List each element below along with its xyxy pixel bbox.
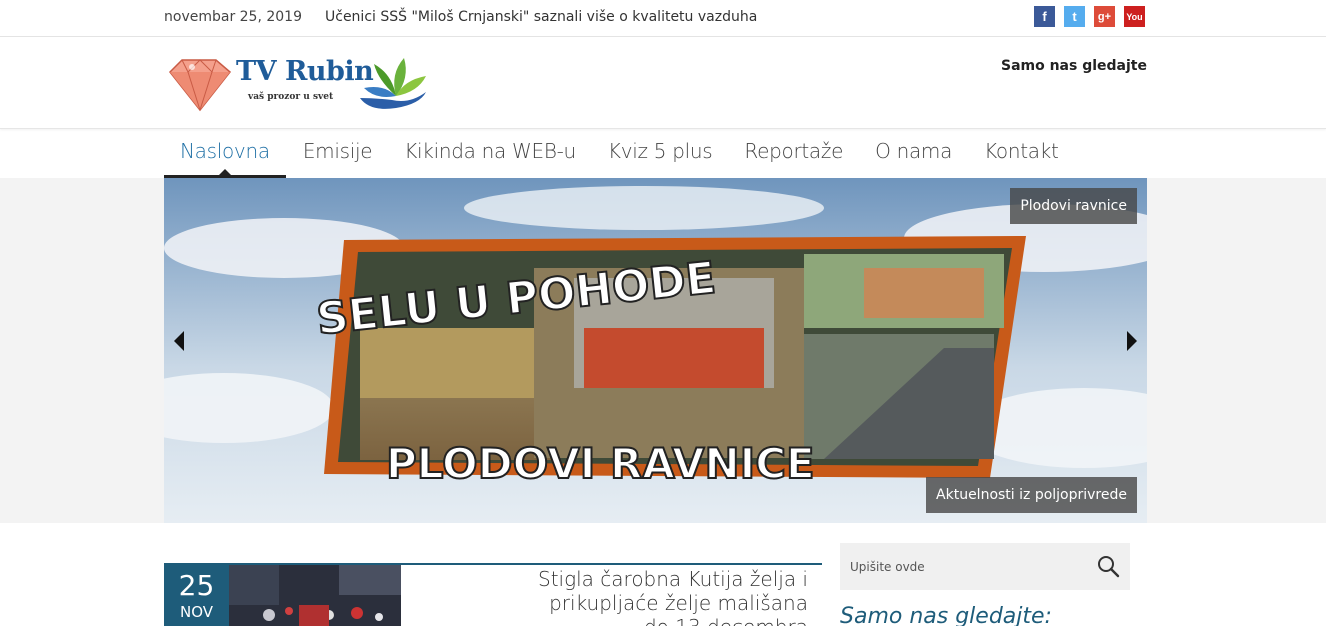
youtube-icon[interactable]: You bbox=[1124, 6, 1145, 27]
news-post[interactable]: 25 NOV Stigla čarobna Kutija želja i pri… bbox=[164, 563, 822, 626]
main-nav: Naslovna Emisije Kikinda na WEB-u Kviz 5… bbox=[0, 130, 1326, 178]
hero-slider[interactable]: SELU U POHODE PLODOVI RAVNICE Plodovi ra… bbox=[164, 178, 1147, 523]
post-title[interactable]: Stigla čarobna Kutija želja i prikupljać… bbox=[518, 567, 808, 626]
social-links: f t g+ You bbox=[1034, 6, 1145, 27]
post-thumbnail-image bbox=[229, 565, 401, 626]
post-thumbnail[interactable] bbox=[229, 565, 401, 626]
nav-item-naslovna[interactable]: Naslovna bbox=[164, 130, 286, 178]
current-date: novembar 25, 2019 bbox=[164, 9, 302, 25]
sidebar-widget-title: Samo nas gledajte: bbox=[840, 604, 1052, 626]
post-date-badge: 25 NOV bbox=[164, 565, 229, 626]
post-day: 25 bbox=[178, 569, 215, 602]
search-box bbox=[840, 543, 1130, 590]
logo-name: TV Rubin bbox=[236, 56, 374, 87]
nav-item-kontakt[interactable]: Kontakt bbox=[968, 130, 1074, 178]
search-input[interactable] bbox=[840, 543, 1090, 590]
slide-caption-category[interactable]: Plodovi ravnice bbox=[1010, 188, 1137, 224]
nav-item-emisije[interactable]: Emisije bbox=[286, 130, 388, 178]
nav-item-reportaze[interactable]: Reportaže bbox=[728, 130, 859, 178]
google-plus-icon[interactable]: g+ bbox=[1094, 6, 1115, 27]
logo-tagline: vaš prozor u svet bbox=[248, 92, 334, 102]
post-month: NOV bbox=[179, 603, 214, 621]
slide-caption-description[interactable]: Aktuelnosti iz poljoprivrede bbox=[926, 477, 1137, 513]
twitter-icon[interactable]: t bbox=[1064, 6, 1085, 27]
prev-arrow-icon[interactable] bbox=[172, 330, 186, 352]
site-header: TV Rubin vaš prozor u svet Samo nas gled… bbox=[0, 37, 1326, 129]
nav-item-kviz-5-plus[interactable]: Kviz 5 plus bbox=[592, 130, 729, 178]
nav-item-kikinda-na-webu[interactable]: Kikinda na WEB-u bbox=[388, 130, 592, 178]
news-ticker[interactable]: Učenici SSŠ "Miloš Crnjanski" saznali vi… bbox=[325, 9, 757, 25]
facebook-icon[interactable]: f bbox=[1034, 6, 1055, 27]
nav-item-o-nama[interactable]: O nama bbox=[859, 130, 968, 178]
header-slogan: Samo nas gledajte bbox=[1000, 58, 1147, 74]
site-logo[interactable]: TV Rubin vaš prozor u svet bbox=[164, 50, 434, 120]
slide-image: SELU U POHODE PLODOVI RAVNICE bbox=[164, 178, 1147, 523]
next-arrow-icon[interactable] bbox=[1125, 330, 1139, 352]
slide-title-bottom: PLODOVI RAVNICE bbox=[386, 439, 815, 488]
top-bar: novembar 25, 2019 Učenici SSŠ "Miloš Crn… bbox=[0, 0, 1326, 37]
search-icon[interactable] bbox=[1096, 554, 1120, 578]
